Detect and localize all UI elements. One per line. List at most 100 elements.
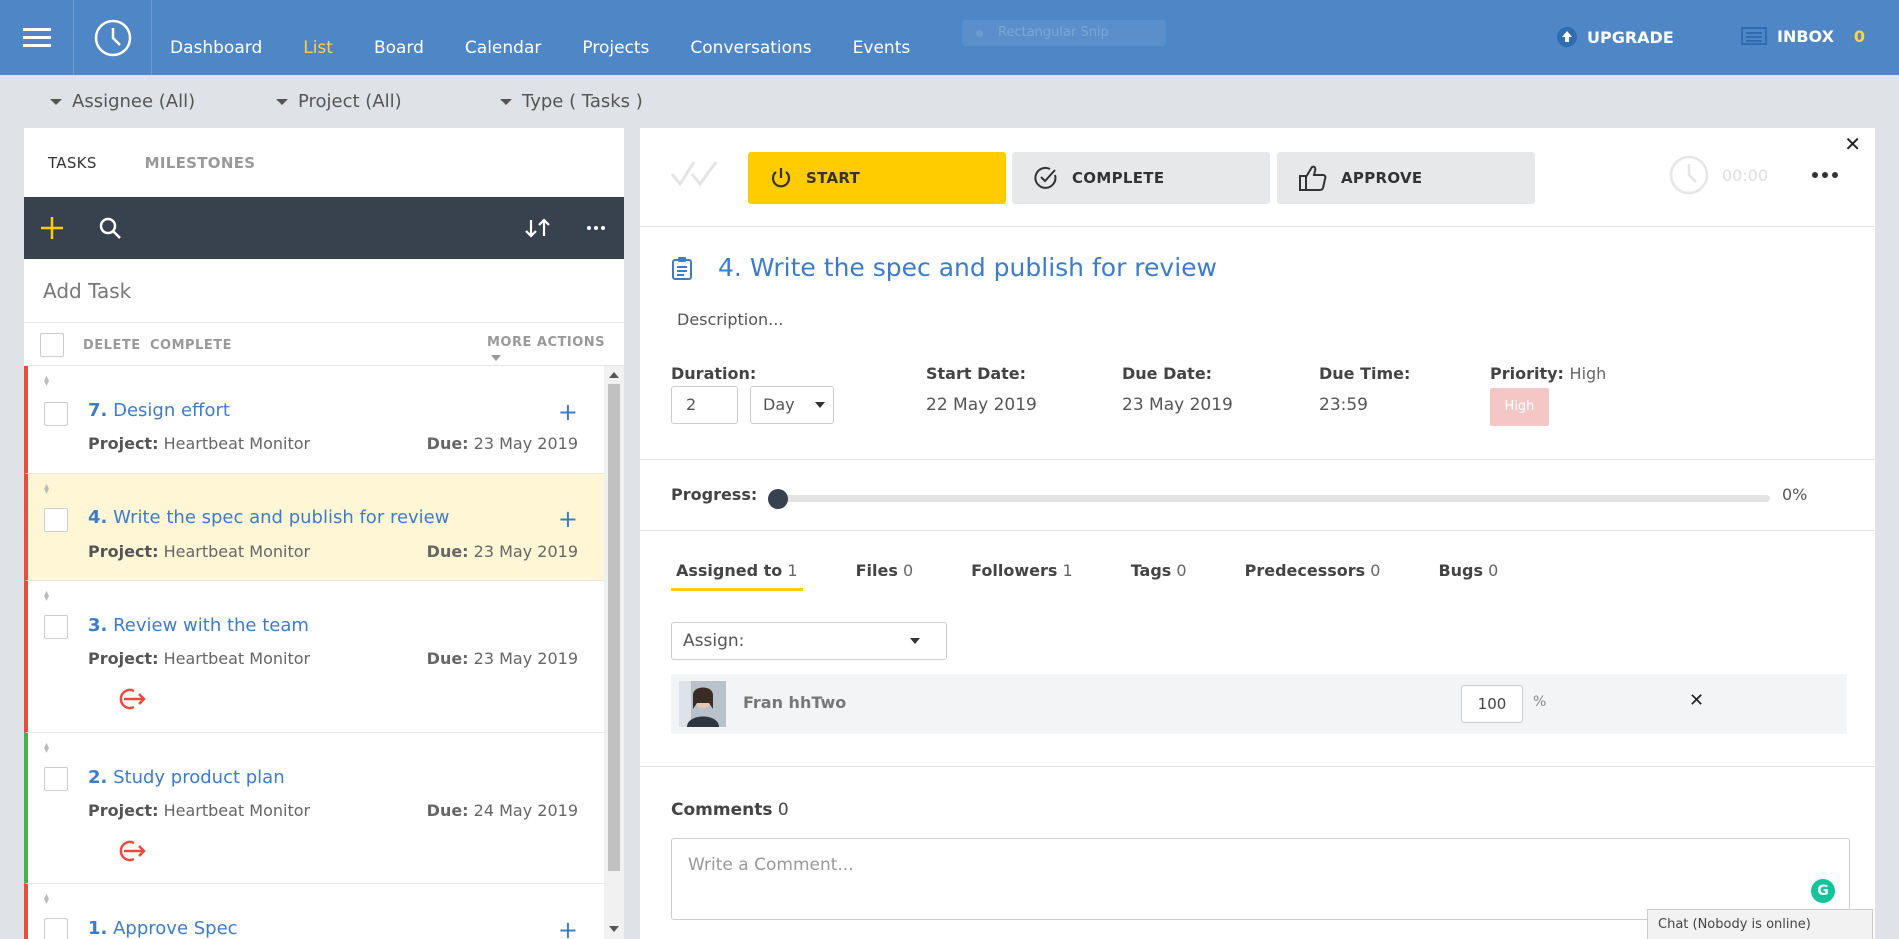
nav-dashboard[interactable]: Dashboard [170, 38, 262, 58]
description-field[interactable]: Description... [677, 310, 783, 329]
assignee-row: Fran hhTwo 100 % ✕ [671, 674, 1847, 734]
drag-handle-icon[interactable]: ▴ ▾ [44, 374, 49, 389]
task-title[interactable]: 1. Approve Spec [88, 918, 238, 939]
task-title[interactable]: 7. Design effort [88, 400, 230, 421]
tab-files[interactable]: Files 0 [851, 561, 919, 591]
priority-badge[interactable]: High [1490, 388, 1549, 426]
task-checkbox[interactable] [44, 615, 68, 639]
tab-assigned-to[interactable]: Assigned to 1 [671, 561, 803, 591]
dependency-icon[interactable] [114, 687, 146, 711]
avatar [679, 681, 726, 727]
task-checkbox[interactable] [44, 918, 68, 939]
chat-widget[interactable]: Chat (Nobody is online) [1647, 909, 1873, 939]
assign-select[interactable]: Assign: [671, 622, 947, 660]
type-filter-label: Type ( Tasks ) [522, 91, 643, 112]
tab-tasks[interactable]: TASKS [48, 154, 97, 172]
drag-handle-icon[interactable]: ▴ ▾ [44, 741, 49, 756]
task-row[interactable]: ▴ ▾ 7. Design effort + Project: Heartbeat… [24, 366, 604, 474]
task-title[interactable]: 2. Study product plan [88, 767, 285, 788]
inbox-label: INBOX [1777, 26, 1834, 46]
dependency-icon[interactable] [114, 839, 146, 863]
task-title[interactable]: 3. Review with the team [88, 615, 309, 636]
complete-button[interactable]: COMPLETE [150, 338, 232, 353]
tab-milestones[interactable]: MILESTONES [145, 154, 256, 172]
progress-slider[interactable] [768, 489, 1770, 509]
assignee-percent-input[interactable]: 100 [1461, 685, 1523, 723]
scroll-thumb[interactable] [608, 384, 620, 871]
drag-handle-icon[interactable]: ▴ ▾ [44, 589, 49, 604]
hamburger-icon [22, 27, 51, 47]
task-checkbox[interactable] [44, 402, 68, 426]
select-all-checkbox[interactable] [40, 333, 64, 357]
tab-bugs[interactable]: Bugs 0 [1433, 561, 1503, 591]
scroll-down-icon[interactable] [609, 926, 619, 932]
more-actions-dropdown[interactable]: MORE ACTIONS [487, 335, 624, 365]
add-subtask-icon[interactable]: + [558, 918, 578, 939]
nav-board[interactable]: Board [374, 38, 424, 58]
more-options-icon[interactable] [1812, 172, 1838, 178]
task-heading[interactable]: 4. Write the spec and publish for review [718, 253, 1217, 282]
approve-button[interactable]: APPROVE [1277, 152, 1535, 204]
tab-label: Bugs [1438, 561, 1483, 580]
project-label: Project: [88, 801, 159, 820]
task-row[interactable]: ▴ ▾ 4. Write the spec and publish for rev… [24, 474, 604, 581]
upgrade-button[interactable]: UPGRADE [1556, 26, 1674, 48]
tab-predecessors[interactable]: Predecessors 0 [1240, 561, 1386, 591]
task-checkbox[interactable] [44, 767, 68, 791]
comments-label: Comments [671, 800, 773, 820]
assignee-filter[interactable]: Assignee (All) [50, 91, 195, 112]
sort-icon[interactable] [524, 217, 552, 239]
top-navigation-bar: Dashboard List Board Calendar Projects C… [0, 0, 1899, 75]
duration-input[interactable]: 2 [671, 386, 738, 424]
progress-slider-handle[interactable] [768, 489, 788, 509]
task-row[interactable]: ▴ ▾ 2. Study product plan Project: Heartb… [24, 733, 604, 884]
duration-unit-select[interactable]: Day [750, 386, 834, 424]
due-date-value[interactable]: 23 May 2019 [1122, 395, 1233, 415]
drag-handle-icon[interactable]: ▴ ▾ [44, 892, 49, 907]
scroll-up-icon[interactable] [609, 372, 619, 378]
nav-conversations[interactable]: Conversations [690, 38, 811, 58]
add-subtask-icon[interactable]: + [558, 507, 578, 531]
task-checkbox[interactable] [44, 508, 68, 532]
task-list-scrollbar[interactable] [604, 366, 624, 939]
delete-button[interactable]: DELETE [83, 338, 141, 353]
hamburger-menu-button[interactable] [0, 0, 74, 75]
add-subtask-icon[interactable]: + [558, 400, 578, 424]
remove-assignee-icon[interactable]: ✕ [1689, 690, 1704, 711]
start-button[interactable]: START [748, 152, 1006, 204]
search-icon[interactable] [98, 216, 122, 240]
complete-label: COMPLETE [1072, 169, 1165, 187]
start-date-value[interactable]: 22 May 2019 [926, 395, 1037, 415]
nav-list[interactable]: List [303, 38, 333, 58]
nav-projects[interactable]: Projects [582, 38, 649, 58]
tab-followers[interactable]: Followers 1 [966, 561, 1078, 591]
task-project: Project: Heartbeat Monitor [88, 649, 310, 668]
task-due: Due: 23 May 2019 [427, 649, 578, 668]
nav-calendar[interactable]: Calendar [465, 38, 541, 58]
comment-input[interactable]: Write a Comment... G [671, 838, 1850, 920]
inbox-button[interactable]: INBOX 0 [1741, 26, 1865, 46]
type-filter[interactable]: Type ( Tasks ) [500, 91, 643, 112]
priority-label: Priority: [1490, 364, 1564, 383]
nav-events[interactable]: Events [853, 38, 911, 58]
tab-tags[interactable]: Tags 0 [1126, 561, 1192, 591]
grammarly-icon[interactable]: G [1811, 879, 1835, 903]
task-title[interactable]: 4. Write the spec and publish for review [88, 507, 449, 528]
due-time-value[interactable]: 23:59 [1319, 395, 1368, 415]
caret-down-icon [50, 98, 62, 105]
drag-handle-icon[interactable]: ▴ ▾ [44, 482, 49, 497]
timer-button[interactable] [74, 0, 152, 75]
complete-task-button[interactable]: COMPLETE [1012, 152, 1270, 204]
task-list-panel: TASKS MILESTONES Add Task DELETE COMPLET… [24, 128, 624, 939]
task-timer[interactable]: 00:00 [1668, 154, 1768, 196]
task-row[interactable]: ▴ ▾ 1. Approve Spec + [24, 884, 604, 939]
due-date: 23 May 2019 [473, 434, 578, 453]
tab-count: 0 [902, 561, 914, 580]
project-filter[interactable]: Project (All) [276, 91, 402, 112]
add-task-input[interactable]: Add Task [24, 259, 624, 323]
plus-icon[interactable] [40, 216, 64, 240]
double-check-icon[interactable] [670, 158, 722, 188]
task-row[interactable]: ▴ ▾ 3. Review with the team Project: Hear… [24, 581, 604, 733]
more-icon[interactable] [587, 226, 605, 230]
task-title-text: Design effort [113, 400, 230, 421]
